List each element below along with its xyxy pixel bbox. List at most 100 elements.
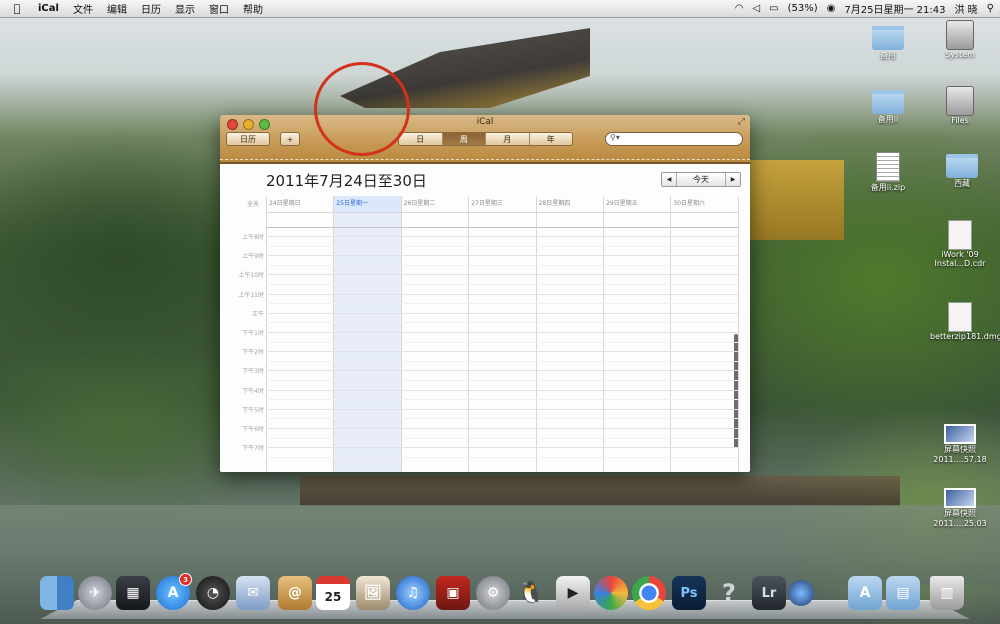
calendars-button[interactable]: 日历 <box>226 132 270 146</box>
battery-icon[interactable]: ▭ <box>769 3 778 14</box>
hour-label: 下午6时 <box>242 426 264 433</box>
half-hour-line <box>266 360 738 362</box>
menu-window[interactable]: 窗口 <box>209 1 229 16</box>
chrome-icon[interactable] <box>632 576 666 610</box>
dvd-player-icon[interactable]: ▶ <box>556 576 590 610</box>
tab-day[interactable]: 日 <box>399 133 443 145</box>
search-input[interactable]: ⚲▾ <box>605 132 743 146</box>
add-event-button[interactable]: + <box>280 132 300 146</box>
desktop-icon-label: 备用ii <box>877 115 899 124</box>
half-hour-line <box>266 303 738 305</box>
help-icon[interactable]: ? <box>712 576 746 610</box>
volume-icon[interactable]: ◁ <box>752 3 760 14</box>
tab-year[interactable]: 年 <box>529 133 572 145</box>
user-name[interactable]: 洪 晓 <box>954 1 977 16</box>
mail-icon[interactable]: ✉ <box>236 576 270 610</box>
system-preferences-icon[interactable]: ⚙ <box>476 576 510 610</box>
menu-bar:  iCal 文件 编辑 日历 显示 窗口 帮助 ◠ ◁ ▭ (53%) ◉ 7… <box>0 0 1000 18</box>
photo-booth-icon[interactable]: ▣ <box>436 576 470 610</box>
day-divider <box>535 196 537 472</box>
disk-icon <box>946 20 974 50</box>
contacts-icon[interactable]: @ <box>278 576 312 610</box>
allday-row[interactable] <box>266 212 738 228</box>
day-header[interactable]: 30日星期六 <box>670 198 737 210</box>
photoshop-icon[interactable]: Ps <box>672 576 706 610</box>
webcam-icon[interactable] <box>788 580 814 606</box>
finder-icon[interactable] <box>40 576 74 610</box>
hour-label: 上午10时 <box>238 272 264 280</box>
app-store-icon[interactable]: A3 <box>156 573 192 610</box>
launchpad-icon[interactable]: ✈ <box>78 576 112 610</box>
today-button[interactable]: 今天 <box>676 173 726 186</box>
view-switcher: 日 周 月 年 <box>398 132 573 146</box>
applications-folder-icon[interactable]: A <box>848 576 882 610</box>
hour-label: 下午4时 <box>242 387 264 395</box>
menu-edit[interactable]: 编辑 <box>107 1 127 16</box>
tab-week[interactable]: 周 <box>442 133 486 145</box>
dashboard-icon[interactable]: ◔ <box>196 576 230 610</box>
day-header[interactable]: 29日星期五 <box>603 198 670 210</box>
hour-line <box>266 293 738 295</box>
folder-icon <box>946 154 978 178</box>
window-toolbar[interactable]: iCal ⤢ 日历 + 日 周 月 年 ⚲▾ <box>220 115 750 164</box>
hour-label: 下午1时 <box>242 330 264 337</box>
doc-icon <box>948 220 972 250</box>
screenshot-icon <box>944 424 976 444</box>
preview-icon[interactable]: 🖼 <box>356 576 390 610</box>
menu-app-name[interactable]: iCal <box>38 3 59 14</box>
clock[interactable]: 7月25日星期一 21:43 <box>844 1 945 16</box>
day-header[interactable]: 25日星期一 <box>333 198 400 210</box>
wifi-icon[interactable]: ◠ <box>735 3 744 14</box>
today-column[interactable] <box>333 196 401 472</box>
doc-icon <box>948 302 972 332</box>
spotlight-icon[interactable]: ⚲ <box>987 3 994 14</box>
apple-menu-icon[interactable]:  <box>10 2 24 15</box>
menu-view[interactable]: 显示 <box>175 1 195 16</box>
half-hour-line <box>266 456 738 458</box>
day-header[interactable]: 26日星期二 <box>401 198 468 210</box>
desktop-icon[interactable]: 备用ii.zip <box>858 152 918 193</box>
desktop-icon[interactable]: 西藏 <box>932 154 992 189</box>
desktop-icon[interactable]: 备用 <box>858 26 918 61</box>
day-header[interactable]: 27日星期三 <box>468 198 535 210</box>
ical-window: iCal ⤢ 日历 + 日 周 月 年 ⚲▾ 2011年7月24日至30日 ◀ … <box>220 115 750 472</box>
hour-line <box>266 236 738 237</box>
week-grid[interactable]: 全天 24日星期日 25日星期一 26日星期二 27日星期三 28日星期四 29日星期五 3… <box>220 196 750 472</box>
mission-control-icon[interactable]: ▦ <box>116 576 150 610</box>
qq-icon[interactable]: 🐧 <box>514 576 548 610</box>
menu-file[interactable]: 文件 <box>73 1 93 16</box>
documents-folder-icon[interactable]: ▤ <box>886 576 920 610</box>
prev-week-button[interactable]: ◀ <box>662 173 676 186</box>
picasa-icon[interactable] <box>594 576 628 610</box>
desktop-icon[interactable]: iWork '09 Instal...D.cdr <box>930 220 990 268</box>
day-header[interactable]: 28日星期四 <box>536 198 603 210</box>
day-header[interactable]: 24日星期日 <box>266 198 333 210</box>
tab-month[interactable]: 月 <box>486 133 530 145</box>
menu-help[interactable]: 帮助 <box>243 1 263 16</box>
battery-percent[interactable]: (53%) <box>788 3 818 14</box>
desktop-icon[interactable]: betterzip181.dmg <box>930 302 1000 341</box>
desktop-icon-label: 屏幕快照 2011....57.18 <box>933 445 987 464</box>
half-hour-line <box>266 322 738 324</box>
toolbar-stitching <box>220 159 750 160</box>
trash-icon[interactable]: ▥ <box>930 576 964 610</box>
desktop-icon-label: betterzip181.dmg <box>930 332 1000 341</box>
red-circle-annotation <box>314 62 410 156</box>
hour-line <box>266 351 738 353</box>
menu-calendar[interactable]: 日历 <box>141 1 161 16</box>
fullscreen-icon[interactable]: ⤢ <box>738 117 745 127</box>
hour-label: 上午9时 <box>242 253 264 261</box>
desktop-icon[interactable]: 备用ii <box>858 90 918 125</box>
ical-dock-icon[interactable]: 25 <box>316 576 350 610</box>
lightroom-icon[interactable]: Lr <box>752 576 786 610</box>
hour-label: 下午2时 <box>242 349 264 357</box>
half-hour-line <box>266 437 738 439</box>
input-method-icon[interactable]: ◉ <box>827 3 836 14</box>
desktop-icon[interactable]: System <box>930 20 990 59</box>
screenshot-icon <box>944 488 976 508</box>
next-week-button[interactable]: ▶ <box>726 173 740 186</box>
itunes-icon[interactable]: ♫ <box>396 576 430 610</box>
desktop-icon[interactable]: 屏幕快照 2011....57.18 <box>930 424 990 464</box>
desktop-icon[interactable]: 屏幕快照 2011....25.03 <box>930 488 990 528</box>
desktop-icon[interactable]: Files <box>930 86 990 125</box>
